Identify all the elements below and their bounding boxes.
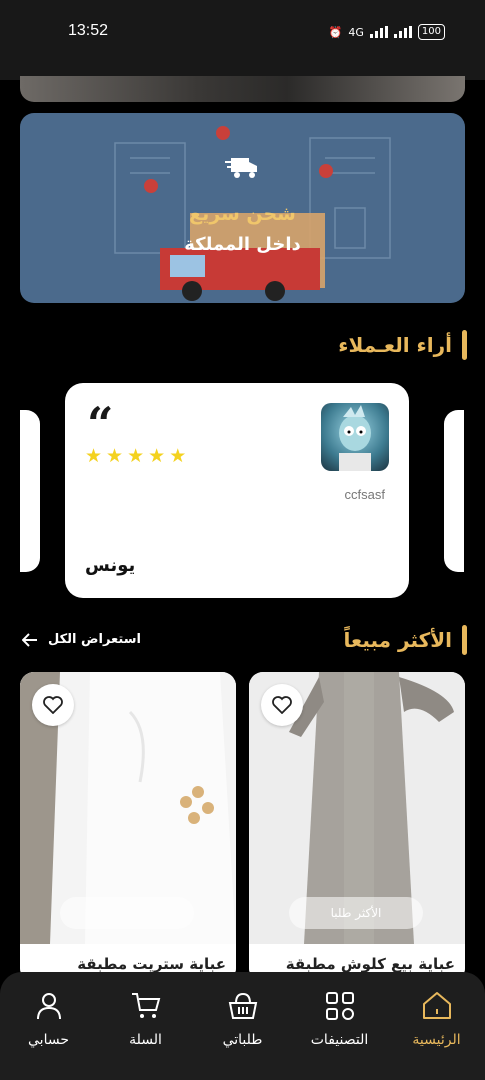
battery-icon: 100 — [417, 24, 445, 40]
shipping-banner[interactable]: شحن سريع داخل المملكة — [20, 113, 465, 303]
title-accent-bar — [462, 330, 467, 360]
product-badge: الأكثر طلبا — [289, 897, 423, 929]
nav-item-home[interactable]: الرئيسية — [391, 990, 483, 1048]
reviewer-avatar — [321, 403, 389, 471]
nav-item-orders[interactable]: طلباتي — [197, 990, 289, 1048]
home-icon — [422, 992, 451, 1019]
star-icon: ★ — [85, 445, 103, 467]
bottom-nav: حسابي السلة طلباتي التصنيفات الرئيسية — [0, 972, 485, 1080]
shipping-title: شحن سريع — [189, 203, 296, 225]
nav-label: طلباتي — [222, 1032, 263, 1048]
status-time: 13:52 — [68, 22, 109, 39]
status-icons: ⏰ 4G 100 — [329, 24, 445, 40]
reviews-title-text: أراء العـملاء — [338, 333, 452, 357]
product-name[interactable]: عباية ستريت مطبقة — [77, 955, 226, 973]
basket-icon — [228, 992, 257, 1019]
star-icon: ★ — [148, 445, 166, 467]
shipping-subtitle: داخل المملكة — [184, 234, 301, 255]
product-card[interactable]: عباية ستريت مطبقة — [20, 672, 236, 982]
reviewer-handle: ccfsasf — [344, 487, 385, 502]
nav-item-cart[interactable]: السلة — [100, 990, 192, 1048]
heart-icon — [272, 696, 292, 714]
best-sellers-title-text: الأكثر مبيعاً — [343, 628, 452, 652]
nav-label: حسابي — [28, 1032, 69, 1048]
arrow-left-icon — [22, 632, 37, 647]
user-icon — [36, 993, 61, 1020]
view-all-label: استعراض الكل — [48, 632, 141, 647]
quote-icon: “ — [87, 397, 114, 451]
star-icon: ★ — [106, 445, 124, 467]
favorite-button[interactable] — [32, 684, 74, 726]
rating-stars: ★ ★ ★ ★ ★ — [85, 445, 186, 467]
nav-label: السلة — [129, 1032, 162, 1048]
hero-banner-peek[interactable] — [20, 76, 465, 102]
view-all-link[interactable]: استعراض الكل — [22, 632, 141, 647]
nav-label: الرئيسية — [412, 1032, 461, 1048]
network-type: 4G — [348, 25, 364, 39]
alarm-icon: ⏰ — [328, 25, 343, 39]
star-icon: ★ — [127, 445, 145, 467]
star-icon: ★ — [169, 445, 187, 467]
heart-icon — [43, 696, 63, 714]
nav-item-account[interactable]: حسابي — [3, 990, 95, 1048]
review-card[interactable]: “ ★ ★ ★ ★ ★ ccfsasf يونس — [65, 383, 409, 598]
product-card[interactable]: الأكثر طلبا عباية بيع كلوش مطبقة — [249, 672, 465, 982]
status-bar: 13:52 ⏰ 4G 100 — [0, 0, 485, 80]
review-card-prev[interactable] — [20, 410, 40, 572]
review-card-next[interactable] — [444, 410, 464, 572]
favorite-button[interactable] — [261, 684, 303, 726]
product-badge — [60, 897, 194, 929]
grid-icon — [325, 992, 354, 1020]
product-name[interactable]: عباية بيع كلوش مطبقة — [286, 955, 455, 973]
nav-label: التصنيفات — [310, 1032, 369, 1048]
reviewer-name: يونس — [85, 555, 136, 576]
signal-icon — [369, 26, 388, 38]
best-sellers-section-title: الأكثر مبيعاً — [344, 625, 467, 655]
reviews-section-title: أراء العـملاء — [338, 330, 467, 360]
cart-icon — [131, 993, 160, 1018]
signal-icon-2 — [393, 26, 412, 38]
title-accent-bar — [462, 625, 467, 655]
nav-item-categories[interactable]: التصنيفات — [294, 990, 386, 1048]
